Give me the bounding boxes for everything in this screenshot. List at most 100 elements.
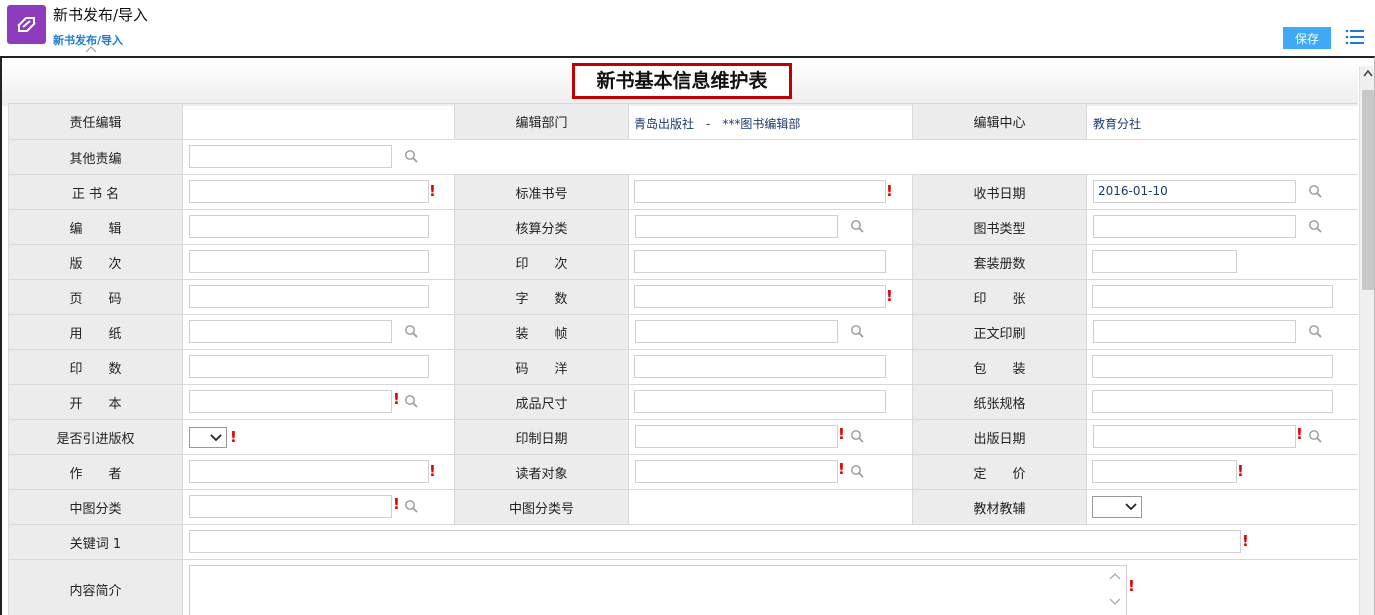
required-mark: ! xyxy=(393,390,400,408)
vertical-scrollbar[interactable] xyxy=(1359,66,1374,615)
pages-input[interactable] xyxy=(189,285,429,308)
paper-spec-input[interactable] xyxy=(1092,390,1333,413)
clc-class-input[interactable] xyxy=(189,495,392,518)
label-edit-dept: 编辑部门 xyxy=(454,104,629,139)
label-textbook-aid: 教材教辅 xyxy=(912,490,1087,524)
search-icon[interactable] xyxy=(850,429,864,443)
summary-textarea[interactable] xyxy=(189,565,1127,615)
label-imported-copyright: 是否引进版权 xyxy=(8,420,183,454)
search-icon[interactable] xyxy=(1308,219,1322,233)
label-word-count: 字 数 xyxy=(454,280,629,314)
required-mark: ! xyxy=(838,460,845,478)
label-pages: 页 码 xyxy=(8,280,183,314)
label-receive-date: 收书日期 xyxy=(912,175,1087,209)
label-editor: 编 辑 xyxy=(8,210,183,244)
required-mark: ! xyxy=(429,462,436,480)
label-text-printing: 正文印刷 xyxy=(912,315,1087,349)
other-editors-input[interactable] xyxy=(189,145,392,168)
row-book-name: 正 书 名 ! 标准书号 ! 收书日期 2016-01-10 xyxy=(8,174,1358,209)
label-publish-date: 出版日期 xyxy=(912,420,1087,454)
publish-icon xyxy=(17,17,36,32)
search-icon[interactable] xyxy=(404,394,418,408)
search-icon[interactable] xyxy=(850,464,864,478)
search-icon[interactable] xyxy=(404,149,418,163)
label-binding: 装 帧 xyxy=(454,315,629,349)
search-icon[interactable] xyxy=(404,324,418,338)
required-mark: ! xyxy=(1296,425,1303,443)
book-type-input[interactable] xyxy=(1093,215,1296,238)
packaging-input[interactable] xyxy=(1092,355,1333,378)
keyword1-input[interactable] xyxy=(189,530,1241,553)
required-mark: ! xyxy=(230,428,237,446)
chevron-down-icon xyxy=(210,434,222,442)
chevron-down-icon xyxy=(1125,503,1137,511)
isbn-input[interactable] xyxy=(634,180,886,203)
row-paper: 用 纸 装 帧 正文印刷 xyxy=(8,314,1358,349)
set-volumes-input[interactable] xyxy=(1092,250,1237,273)
imported-copyright-select[interactable] xyxy=(189,427,227,448)
row-editor-dept: 责任编辑 编辑部门 青岛出版社 - ***图书编辑部 编辑中心 教育分社 xyxy=(8,103,1358,139)
search-icon[interactable] xyxy=(1308,429,1322,443)
accounting-class-input[interactable] xyxy=(635,215,838,238)
row-other-editors: 其他责编 xyxy=(8,139,1358,174)
search-icon[interactable] xyxy=(850,219,864,233)
binding-input[interactable] xyxy=(635,320,838,343)
print-run-input[interactable] xyxy=(189,355,429,378)
search-icon[interactable] xyxy=(850,324,864,338)
edition-input[interactable] xyxy=(189,250,429,273)
save-button[interactable]: 保存 xyxy=(1283,27,1331,49)
text-printing-input[interactable] xyxy=(1093,320,1296,343)
label-other-editors: 其他责编 xyxy=(8,140,183,174)
paper-input[interactable] xyxy=(189,320,392,343)
label-print-date: 印制日期 xyxy=(454,420,629,454)
scrollbar-thumb[interactable] xyxy=(1362,90,1374,290)
editor-input[interactable] xyxy=(189,215,429,238)
word-count-input[interactable] xyxy=(634,285,886,308)
label-readers: 读者对象 xyxy=(454,455,629,489)
print-sheets-input[interactable] xyxy=(1092,285,1333,308)
receive-date-input[interactable]: 2016-01-10 xyxy=(1093,180,1296,203)
print-date-input[interactable] xyxy=(635,425,838,448)
required-mark: ! xyxy=(838,425,845,443)
label-edit-center: 编辑中心 xyxy=(912,104,1087,139)
author-input[interactable] xyxy=(189,460,429,483)
textbook-aid-select[interactable] xyxy=(1092,496,1142,518)
code-ocean-input[interactable] xyxy=(634,355,886,378)
app-logo xyxy=(7,5,46,44)
book-name-input[interactable] xyxy=(189,180,429,203)
impression-input[interactable] xyxy=(634,250,886,273)
price-input[interactable] xyxy=(1092,460,1237,483)
label-print-run: 印 数 xyxy=(8,350,183,384)
label-summary: 内容简介 xyxy=(8,560,183,615)
label-code-ocean: 码 洋 xyxy=(454,350,629,384)
format-input[interactable] xyxy=(189,390,392,413)
required-mark: ! xyxy=(1242,532,1249,550)
row-editor: 编 辑 核算分类 图书类型 xyxy=(8,209,1358,244)
textarea-scroll-up-icon[interactable] xyxy=(1109,572,1121,580)
label-price: 定 价 xyxy=(912,455,1087,489)
scroll-up-icon[interactable] xyxy=(1363,68,1373,80)
publish-date-input[interactable] xyxy=(1093,425,1296,448)
search-icon[interactable] xyxy=(1308,324,1322,338)
edit-dept-value: 青岛出版社 - ***图书编辑部 xyxy=(634,117,801,131)
app-header: 新书发布/导入 新书发布/导入 保存 xyxy=(0,0,1375,56)
row-author: 作 者 ! 读者对象 ! 定 价 ! xyxy=(8,454,1358,489)
app-title: 新书发布/导入 xyxy=(53,6,149,24)
label-keyword1: 关键词 1 xyxy=(8,525,183,559)
required-mark: ! xyxy=(393,495,400,513)
readers-input[interactable] xyxy=(635,460,838,483)
label-book-name: 正 书 名 xyxy=(8,175,183,209)
required-mark: ! xyxy=(886,287,893,305)
label-packaging: 包 装 xyxy=(912,350,1087,384)
required-mark: ! xyxy=(1237,462,1244,480)
label-paper: 用 纸 xyxy=(8,315,183,349)
search-icon[interactable] xyxy=(1308,184,1322,198)
label-accounting-class: 核算分类 xyxy=(454,210,629,244)
search-icon[interactable] xyxy=(404,499,418,513)
row-format: 开 本 ! 成品尺寸 纸张规格 xyxy=(8,384,1358,419)
textarea-scroll-down-icon[interactable] xyxy=(1109,598,1121,606)
finished-size-input[interactable] xyxy=(634,390,886,413)
label-format: 开 本 xyxy=(8,385,183,419)
row-copyright: 是否引进版权 ! 印制日期 ! 出版日期 ! xyxy=(8,419,1358,454)
list-menu-icon[interactable] xyxy=(1344,27,1366,47)
